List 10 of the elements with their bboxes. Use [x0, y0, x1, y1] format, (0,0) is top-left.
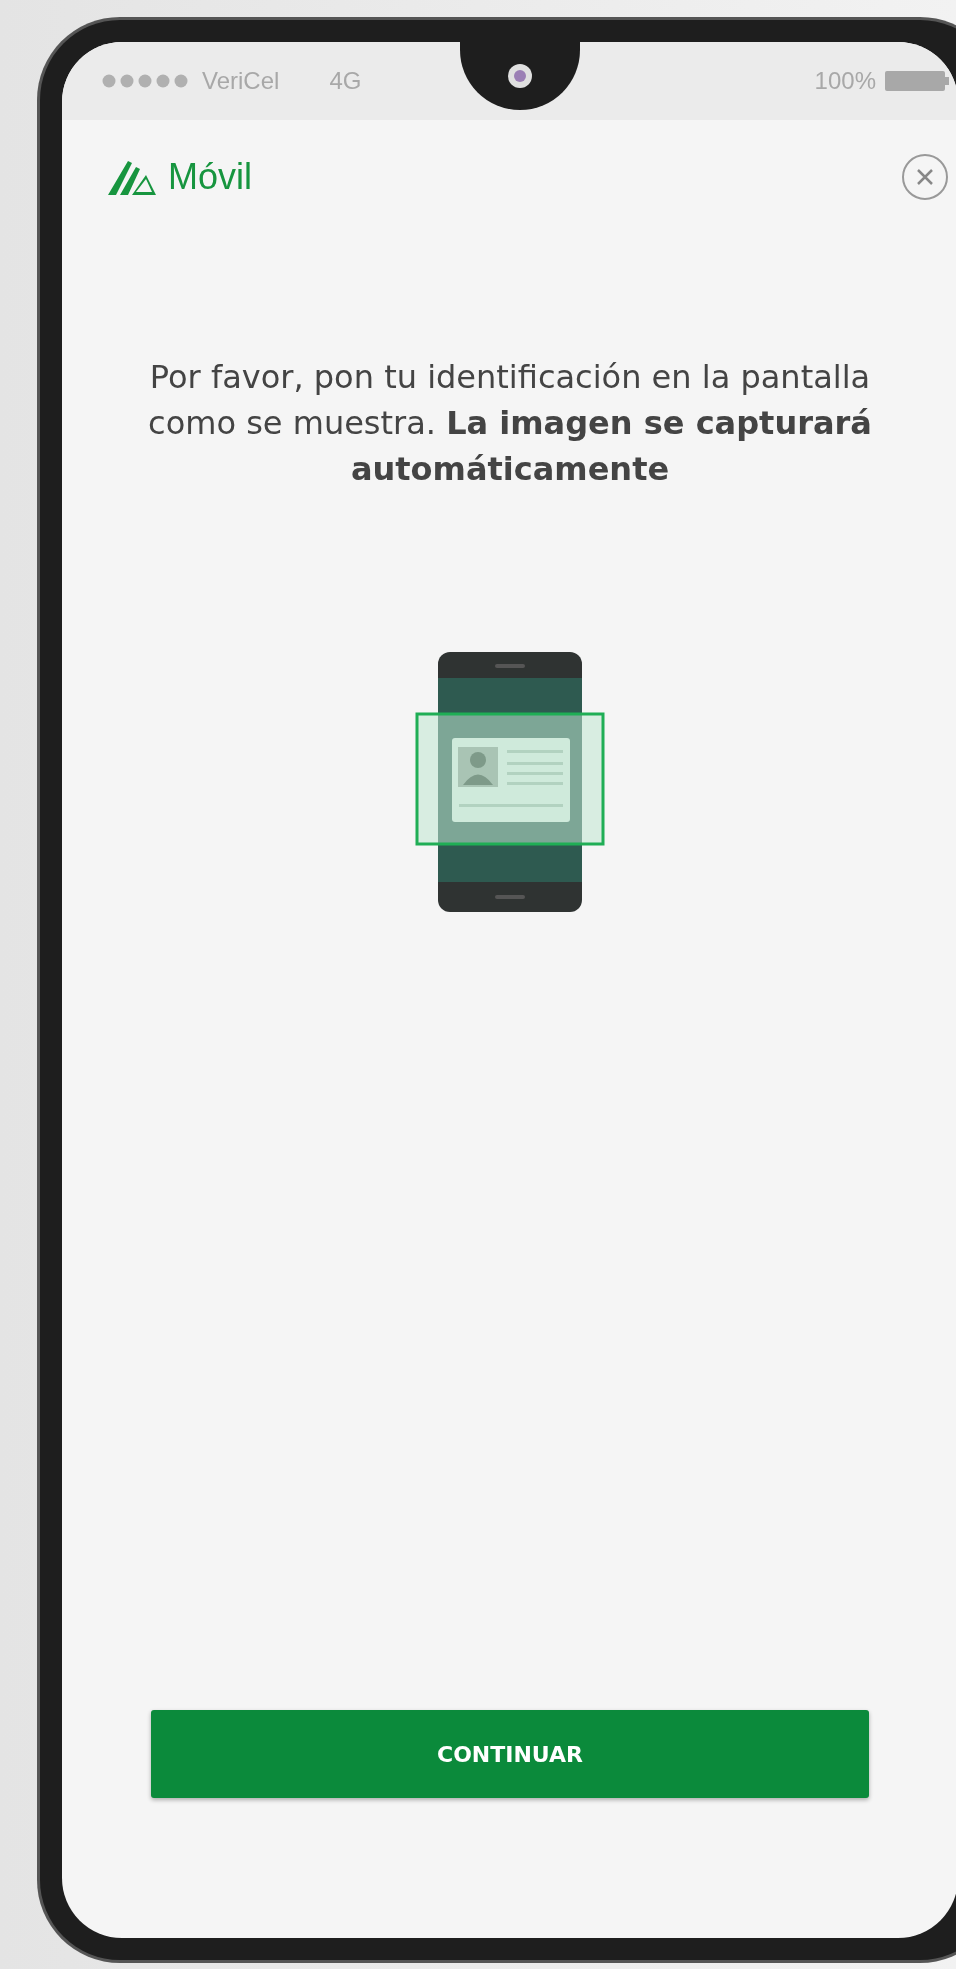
camera-icon: [507, 63, 533, 89]
battery-percent: 100%: [814, 66, 876, 96]
continue-button[interactable]: CONTINUAR: [151, 1710, 869, 1798]
network-type: 4G: [329, 66, 362, 96]
close-icon: [916, 168, 934, 186]
battery-icon: [884, 70, 950, 92]
close-button[interactable]: [902, 154, 948, 200]
carrier-name: VeriCel: [202, 66, 280, 96]
instruction-text: Por favor, pon tu identificación en la pantalla como se muestra. La imagen se capturará automáticamente: [147, 357, 873, 490]
brand-name: Móvil: [168, 155, 252, 199]
